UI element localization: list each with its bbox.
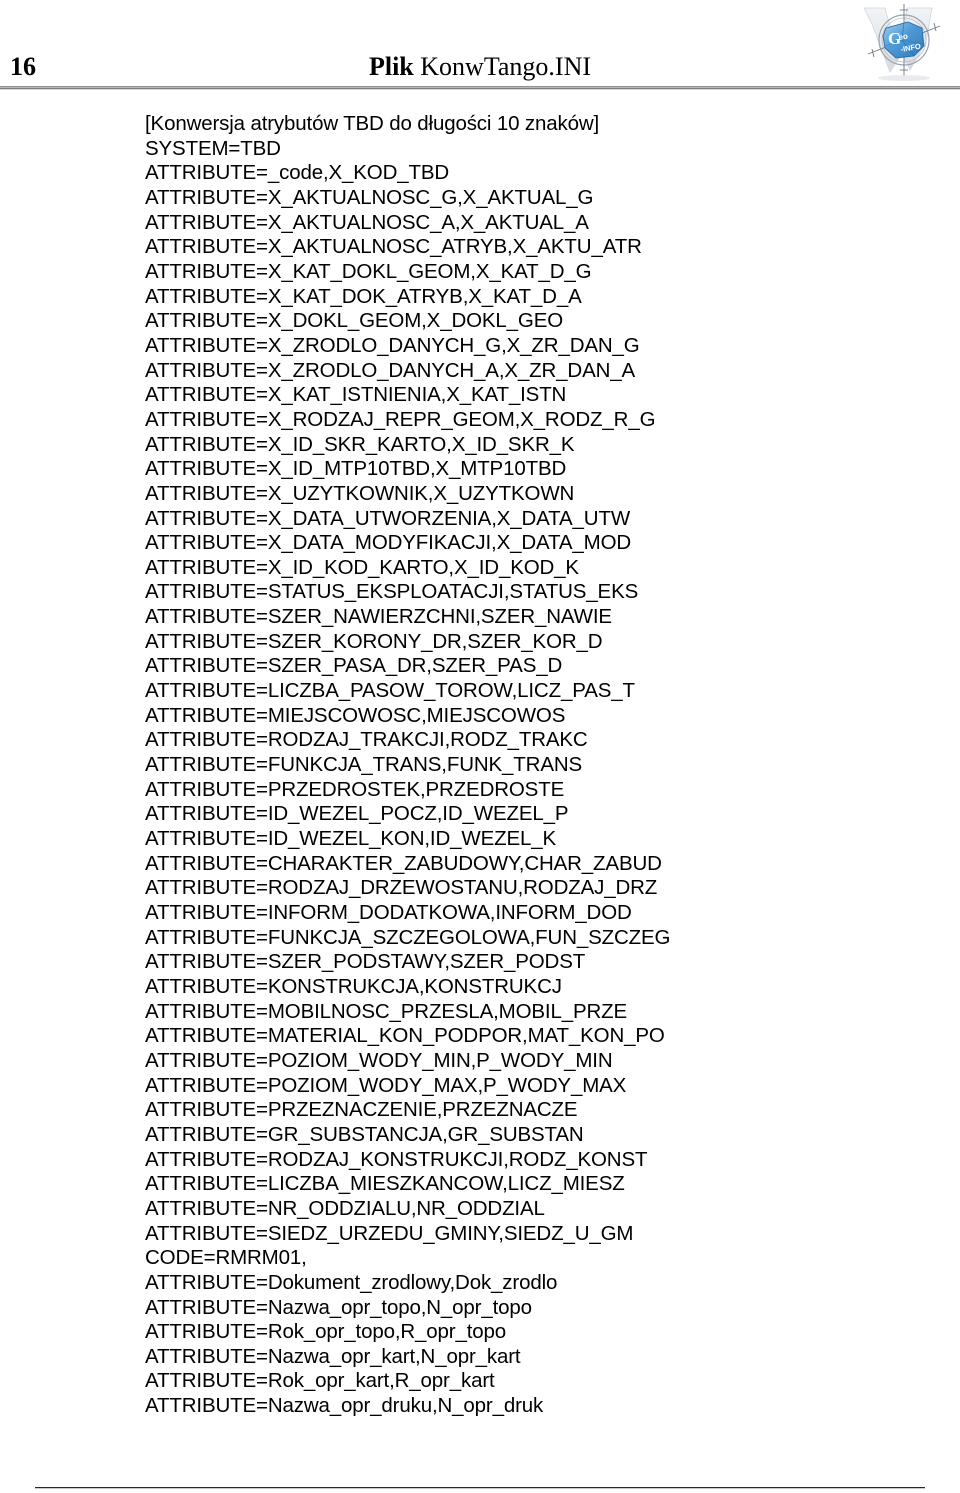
footer-divider — [35, 1487, 925, 1489]
ini-line: ATTRIBUTE=MOBILNOSC_PRZESLA,MOBIL_PRZE — [145, 999, 628, 1023]
ini-file-content: [Konwersja atrybutów TBD do długości 10 … — [145, 112, 925, 1419]
ini-line: ATTRIBUTE=X_AKTUALNOSC_ATRYB,X_AKTU_ATR — [145, 235, 642, 259]
svg-text:eo: eo — [898, 31, 909, 42]
ini-line: ATTRIBUTE=STATUS_EKSPLOATACJI,STATUS_EKS — [145, 580, 639, 604]
ini-line: ATTRIBUTE=X_AKTUALNOSC_A,X_AKTUAL_A — [145, 210, 589, 234]
ini-line: ATTRIBUTE=CHARAKTER_ZABUDOWY,CHAR_ZABUD — [145, 851, 662, 875]
ini-line: ATTRIBUTE=Dokument_zrodlowy,Dok_zrodlo — [145, 1270, 558, 1294]
geo-info-logo-icon: G eo -INFO — [863, 4, 941, 81]
ini-line: ATTRIBUTE=RODZAJ_KONSTRUKCJI,RODZ_KONST — [145, 1147, 648, 1171]
ini-line: ATTRIBUTE=FUNKCJA_SZCZEGOLOWA,FUN_SZCZEG — [145, 925, 671, 949]
ini-line: ATTRIBUTE=SZER_NAWIERZCHNI,SZER_NAWIE — [145, 605, 612, 629]
ini-line: ATTRIBUTE=KONSTRUKCJA,KONSTRUKCJ — [145, 974, 562, 998]
ini-line: ATTRIBUTE=NR_ODDZIALU,NR_ODDZIAL — [145, 1196, 545, 1220]
ini-line: ATTRIBUTE=RODZAJ_TRAKCJI,RODZ_TRAKC — [145, 728, 588, 752]
ini-line: ATTRIBUTE=X_KAT_DOKL_GEOM,X_KAT_D_G — [145, 259, 592, 283]
header-row: 16 Plik KonwTango.INI — [0, 52, 960, 86]
page-title-bold: Plik — [368, 52, 414, 81]
page-title: Plik KonwTango.INI — [0, 52, 960, 82]
ini-line: ATTRIBUTE=RODZAJ_DRZEWOSTANU,RODZAJ_DRZ — [145, 876, 658, 900]
ini-line: ATTRIBUTE=_code,X_KOD_TBD — [145, 161, 450, 185]
ini-line: ATTRIBUTE=X_ID_SKR_KARTO,X_ID_SKR_K — [145, 432, 575, 456]
ini-line: ATTRIBUTE=PRZEDROSTEK,PRZEDROSTE — [145, 777, 565, 801]
ini-line: ATTRIBUTE=X_DOKL_GEOM,X_DOKL_GEO — [145, 309, 564, 333]
ini-line: ATTRIBUTE=ID_WEZEL_POCZ,ID_WEZEL_P — [145, 802, 569, 826]
ini-line: ATTRIBUTE=SZER_PASA_DR,SZER_PAS_D — [145, 654, 563, 678]
ini-line: ATTRIBUTE=FUNKCJA_TRANS,FUNK_TRANS — [145, 753, 583, 777]
geo-info-logo: G eo -INFO — [852, 2, 952, 86]
ini-line: ATTRIBUTE=X_UZYTKOWNIK,X_UZYTKOWN — [145, 481, 575, 505]
ini-line: ATTRIBUTE=X_AKTUALNOSC_G,X_AKTUAL_G — [145, 185, 594, 209]
ini-line: ATTRIBUTE=LICZBA_MIESZKANCOW,LICZ_MIESZ — [145, 1172, 625, 1196]
ini-line: ATTRIBUTE=X_ZRODLO_DANYCH_G,X_ZR_DAN_G — [145, 333, 640, 357]
ini-line: ATTRIBUTE=Nazwa_opr_kart,N_opr_kart — [145, 1344, 521, 1368]
ini-line: ATTRIBUTE=INFORM_DODATKOWA,INFORM_DOD — [145, 901, 632, 924]
ini-line: [Konwersja atrybutów TBD do długości 10 … — [145, 112, 600, 135]
ini-line: ATTRIBUTE=GR_SUBSTANCJA,GR_SUBSTAN — [145, 1122, 584, 1146]
page-title-rest: KonwTango.INI — [420, 52, 592, 81]
ini-line: ATTRIBUTE=X_RODZAJ_REPR_GEOM,X_RODZ_R_G — [145, 407, 656, 431]
ini-line: ATTRIBUTE=X_DATA_MODYFIKACJI,X_DATA_MOD — [145, 531, 632, 555]
ini-line: ATTRIBUTE=LICZBA_PASOW_TOROW,LICZ_PAS_T — [145, 679, 635, 703]
ini-line: ATTRIBUTE=X_KAT_ISTNIENIA,X_KAT_ISTN — [145, 383, 567, 407]
ini-line: ATTRIBUTE=SZER_PODSTAWY,SZER_PODST — [145, 950, 586, 974]
ini-line: ATTRIBUTE=POZIOM_WODY_MIN,P_WODY_MIN — [145, 1048, 613, 1072]
ini-line: ATTRIBUTE=SZER_KORONY_DR,SZER_KOR_D — [145, 629, 603, 653]
ini-line: ATTRIBUTE=Rok_opr_kart,R_opr_kart — [145, 1369, 495, 1393]
ini-line: ATTRIBUTE=X_ID_KOD_KARTO,X_ID_KOD_K — [145, 555, 579, 579]
page-header: 16 Plik KonwTango.INI G eo -INFO — [0, 0, 960, 92]
ini-line: ATTRIBUTE=SIEDZ_URZEDU_GMINY,SIEDZ_U_GM — [145, 1221, 634, 1245]
ini-line: SYSTEM=TBD — [145, 136, 281, 160]
ini-line: ATTRIBUTE=PRZEZNACZENIE,PRZEZNACZE — [145, 1098, 578, 1122]
header-divider — [0, 86, 960, 90]
ini-line: ATTRIBUTE=ID_WEZEL_KON,ID_WEZEL_K — [145, 827, 557, 851]
ini-line: ATTRIBUTE=Rok_opr_topo,R_opr_topo — [145, 1320, 507, 1344]
ini-line: ATTRIBUTE=MIEJSCOWOSC,MIEJSCOWOS — [145, 703, 566, 727]
ini-line: ATTRIBUTE=X_DATA_UTWORZENIA,X_DATA_UTW — [145, 506, 631, 530]
ini-line: ATTRIBUTE=MATERIAL_KON_PODPOR,MAT_KON_PO — [145, 1024, 665, 1048]
ini-line: ATTRIBUTE=X_ID_MTP10TBD,X_MTP10TBD — [145, 457, 567, 481]
ini-line: ATTRIBUTE=Nazwa_opr_druku,N_opr_druk — [145, 1394, 544, 1418]
ini-line: ATTRIBUTE=Nazwa_opr_topo,N_opr_topo — [145, 1295, 532, 1319]
ini-line: ATTRIBUTE=POZIOM_WODY_MAX,P_WODY_MAX — [145, 1073, 627, 1097]
ini-line: CODE=RMRM01, — [145, 1246, 307, 1270]
ini-line: ATTRIBUTE=X_KAT_DOK_ATRYB,X_KAT_D_A — [145, 284, 582, 308]
ini-line: ATTRIBUTE=X_ZRODLO_DANYCH_A,X_ZR_DAN_A — [145, 358, 636, 382]
